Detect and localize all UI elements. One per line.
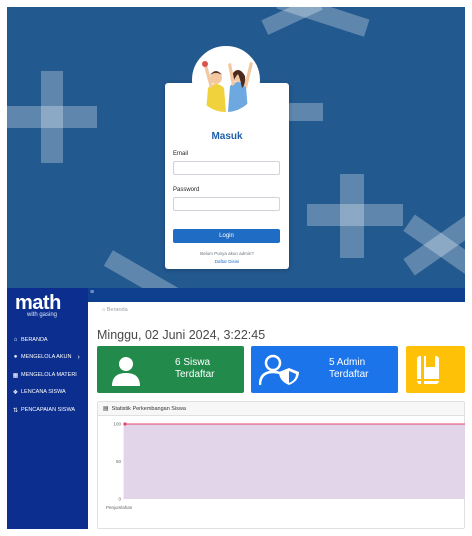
- statistics-panel: ▤ Statistik Perkembangan Siswa 0 50 100 Pen…: [97, 401, 465, 529]
- breadcrumb-label: Beranda: [106, 307, 128, 313]
- stat-card-admin[interactable]: 5 Admin Terdaftar: [251, 346, 398, 393]
- statistics-panel-header: ▤ Statistik Perkembangan Siswa: [98, 402, 464, 416]
- statistics-chart: 0 50 100 Penjumlahan: [98, 416, 465, 528]
- login-title: Masuk: [211, 131, 243, 142]
- login-avatar-illustration: [192, 46, 260, 114]
- sidebar-item-mengelola-materi[interactable]: ▦ MENGELOLA MATERI: [12, 370, 77, 380]
- sidebar-item-label: PENCAPAIAN SISWA: [21, 407, 76, 413]
- current-datetime: Minggu, 02 Juni 2024, 3:22:45: [97, 328, 266, 342]
- stat-card-admin-text: 5 Admin Terdaftar: [329, 357, 369, 380]
- sidebar-item-pencapaian-siswa[interactable]: ⇅ PENCAPAIAN SISWA: [12, 405, 75, 415]
- badge-icon: ❖: [12, 389, 19, 396]
- email-label: Email: [173, 151, 189, 157]
- hamburger-icon[interactable]: ≡: [90, 289, 94, 296]
- breadcrumb[interactable]: ⌂ Beranda: [102, 307, 128, 313]
- deco-plus-mid: [289, 103, 323, 121]
- home-icon: ⌂: [13, 337, 18, 343]
- login-screen: Masuk Email Password Login Belum Punya a…: [7, 7, 465, 288]
- sidebar-item-mengelola-akun[interactable]: ● MENGELOLA AKUN ›: [12, 352, 80, 362]
- dashboard: math with gasing ⌂ BERANDA ● MENGELOLA A…: [7, 288, 465, 529]
- sidebar-item-label: LENCANA SISWA: [21, 389, 66, 395]
- chart-area-series: [124, 424, 465, 499]
- chart-y-tick-label: 0: [118, 497, 121, 502]
- sidebar-item-beranda[interactable]: ⌂ BERANDA: [12, 335, 48, 345]
- sidebar-item-label: BERANDA: [21, 337, 48, 343]
- signup-prompt: Belum Punya akun admin?: [200, 251, 254, 256]
- book-icon: ▦: [12, 372, 19, 379]
- sidebar-item-label: MENGELOLA MATERI: [21, 372, 77, 378]
- chevron-right-icon: ›: [77, 353, 80, 361]
- chart-x-tick-label: Penjumlahan: [106, 505, 133, 510]
- deco-plus-right-horizontal: [307, 204, 403, 226]
- email-field[interactable]: [173, 161, 280, 175]
- chart-data-point: [123, 422, 127, 426]
- student-icon: [112, 357, 140, 386]
- sidebar-item-label: MENGELOLA AKUN: [21, 354, 72, 360]
- home-icon: ⌂: [102, 307, 106, 313]
- brand-tagline: with gasing: [27, 312, 58, 318]
- stat-card-siswa[interactable]: 6 Siswa Terdaftar: [97, 346, 244, 393]
- stat-card-materi[interactable]: [406, 346, 465, 393]
- login-button[interactable]: Login: [173, 229, 280, 243]
- chart-y-tick-label: 50: [116, 459, 122, 464]
- statistics-chart-svg: 0 50 100 Penjumlahan: [106, 422, 465, 510]
- chart-icon: ▤: [103, 406, 109, 412]
- statistics-panel-title: Statistik Perkembangan Siswa: [111, 405, 186, 412]
- chart-y-tick-label: 100: [113, 422, 121, 427]
- deco-times-top: [261, 7, 323, 35]
- login-card: Masuk Email Password Login Belum Punya a…: [165, 46, 289, 269]
- sidebar: math with gasing ⌂ BERANDA ● MENGELOLA A…: [7, 288, 88, 529]
- main-content: ⌂ Beranda Minggu, 02 Juni 2024, 3:22:45 …: [88, 302, 465, 529]
- stat-card-siswa-text: 6 Siswa Terdaftar: [175, 357, 215, 380]
- users-icon: ●: [13, 354, 18, 360]
- chart-icon: ⇅: [12, 407, 19, 414]
- book-icon: [417, 356, 439, 384]
- signup-link[interactable]: Daftar Disini: [165, 259, 289, 264]
- password-label: Password: [173, 187, 200, 193]
- brand-logo[interactable]: math with gasing: [15, 292, 61, 318]
- deco-plus-left-horizontal: [7, 106, 97, 128]
- sidebar-item-lencana-siswa[interactable]: ❖ LENCANA SISWA: [12, 387, 66, 397]
- topbar: ≡: [88, 288, 465, 302]
- admin-shield-icon: [259, 354, 299, 386]
- password-field[interactable]: [173, 197, 280, 211]
- brand-name: math: [15, 292, 61, 314]
